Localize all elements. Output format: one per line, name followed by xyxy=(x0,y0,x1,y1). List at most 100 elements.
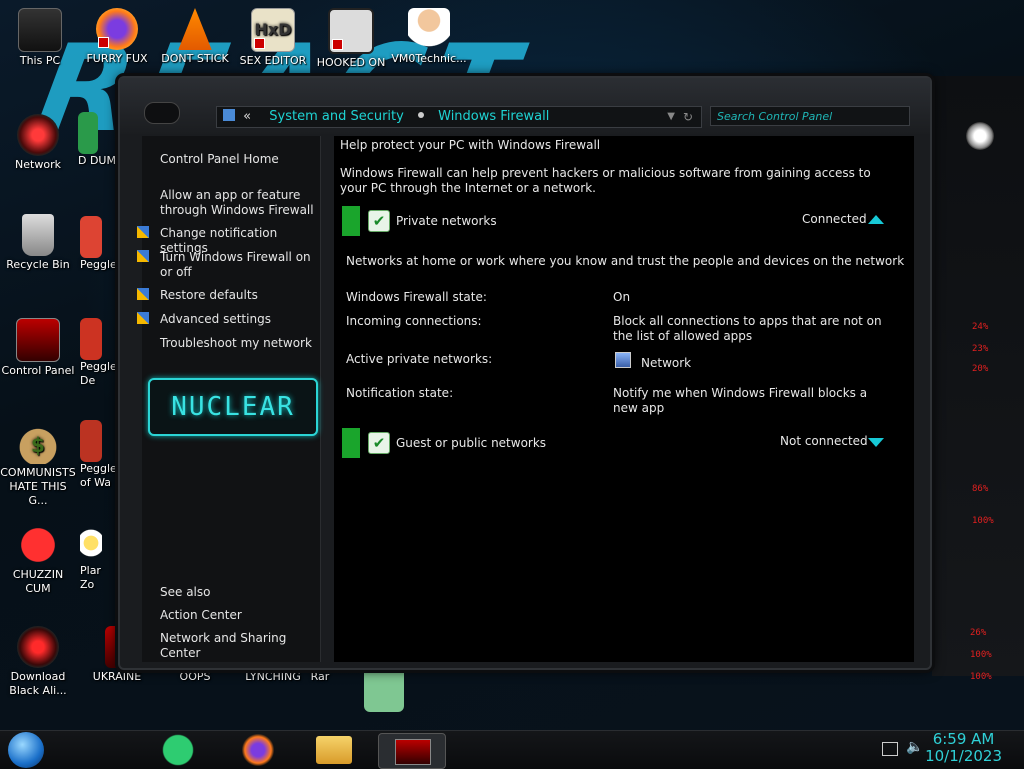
nuclear-logo: NUCLEAR xyxy=(148,378,318,436)
search-input[interactable]: Search Control Panel xyxy=(710,106,910,126)
network-tray-icon[interactable] xyxy=(882,742,898,756)
desktop-icon-hxd[interactable]: HxD SEX EDITOR xyxy=(235,8,311,68)
page-title: Help protect your PC with Windows Firewa… xyxy=(340,138,601,152)
status-bar-green xyxy=(342,428,360,458)
shield-icon xyxy=(137,250,149,262)
file-explorer-icon[interactable] xyxy=(316,736,352,764)
monitor-readout-2: 23% xyxy=(972,344,989,354)
monitor-readout-6: 26% xyxy=(970,628,987,638)
control-panel-icon xyxy=(395,739,431,765)
monitor-readout-3: 20% xyxy=(972,364,989,374)
firewall-state-value: On xyxy=(613,290,631,304)
see-also-heading: See also xyxy=(160,585,211,599)
doctor-icon xyxy=(408,8,450,50)
game-icon xyxy=(328,8,374,54)
app-icon xyxy=(78,112,98,154)
sidebar-item-action-center[interactable]: Action Center xyxy=(160,608,318,623)
volume-tray-icon[interactable]: 🔈 xyxy=(906,739,923,755)
active-networks-value: Network xyxy=(641,356,692,370)
shield-check-icon: ✔ xyxy=(368,210,390,232)
desktop-icon-this-pc[interactable]: This PC xyxy=(2,8,78,68)
desktop-icon-chuzzin[interactable]: CHUZZIN CUM xyxy=(0,524,76,596)
control-panel-taskbar-icon[interactable] xyxy=(378,733,446,769)
incoming-connections-label: Incoming connections: xyxy=(346,314,482,328)
sidebar-item-control-panel-home[interactable]: Control Panel Home xyxy=(160,152,318,167)
desktop-icon-communists[interactable]: $ COMMUNISTS HATE THIS G... xyxy=(0,422,76,508)
desktop-icon-peggle[interactable]: Peggle xyxy=(80,216,117,272)
breadcrumb-system-security[interactable]: System and Security xyxy=(269,109,404,124)
firefox-icon xyxy=(96,8,138,50)
expand-arrow-icon[interactable] xyxy=(868,438,884,447)
sidebar-item-network-sharing[interactable]: Network and Sharing Center xyxy=(160,631,318,661)
peggle-icon xyxy=(80,216,102,258)
alienware-logo-icon xyxy=(966,122,994,150)
chuzzle-icon xyxy=(17,524,59,566)
main-content: Help protect your PC with Windows Firewa… xyxy=(334,136,914,662)
control-panel-icon xyxy=(16,318,60,362)
private-networks-summary: Networks at home or work where you know … xyxy=(346,254,905,268)
vlc-cone-icon xyxy=(178,8,212,50)
desktop-icon-plants-zombies[interactable]: Plar Zo xyxy=(80,522,116,592)
sidebar-item-allow-app[interactable]: Allow an app or feature through Windows … xyxy=(160,188,318,218)
firefox-icon[interactable] xyxy=(238,733,278,767)
breadcrumb-separator-icon xyxy=(417,112,424,118)
address-bar[interactable]: « System and Security Windows Firewall ▼… xyxy=(216,106,702,128)
notification-state-label: Notification state: xyxy=(346,386,454,400)
firewall-state-label: Windows Firewall state: xyxy=(346,290,487,304)
public-networks-header[interactable]: ✔ Guest or public networks Not connected xyxy=(340,426,892,460)
private-networks-title: Private networks xyxy=(396,214,497,228)
windows-firewall-window[interactable]: « System and Security Windows Firewall ▼… xyxy=(118,76,932,670)
network-icon xyxy=(615,352,631,368)
chevron-down-icon[interactable]: ▼ xyxy=(667,107,675,127)
active-networks-label: Active private networks: xyxy=(346,352,493,366)
taskbar-clock[interactable]: 6:59 AM 10/1/2023 xyxy=(925,731,1002,765)
monitor-readout-7: 100% xyxy=(970,650,992,660)
desktop-icon-d-dum[interactable]: D DUM xyxy=(78,112,118,168)
shield-icon xyxy=(137,288,149,300)
desktop-icon-network[interactable]: Network xyxy=(0,114,76,172)
public-networks-status: Not connected xyxy=(780,434,868,448)
taskbar: 🔈 6:59 AM 10/1/2023 xyxy=(0,730,1024,769)
clock-date: 10/1/2023 xyxy=(925,747,1002,765)
peggle-icon xyxy=(80,318,102,360)
system-monitor-gadget: 24% 23% 20% 86% 100% 26% 100% 100% xyxy=(932,76,1024,682)
desktop-icon-vm0[interactable]: VM0Technic... xyxy=(391,8,467,66)
sidebar: Control Panel Home Allow an app or featu… xyxy=(137,136,321,662)
desktop-icon-peggle-de[interactable]: Peggle De xyxy=(80,318,117,388)
sidebar-item-troubleshoot[interactable]: Troubleshoot my network xyxy=(160,336,318,351)
notification-state-value: Notify me when Windows Firewall blocks a… xyxy=(613,386,868,415)
window-titlebar[interactable]: « System and Security Windows Firewall ▼… xyxy=(120,78,930,134)
public-networks-title: Guest or public networks xyxy=(396,436,547,450)
peggle-icon xyxy=(80,420,102,462)
desktop-icon-control-panel[interactable]: Control Panel xyxy=(0,318,76,378)
private-networks-status: Connected xyxy=(802,212,867,226)
back-chevron[interactable]: « xyxy=(243,109,251,124)
back-forward-button[interactable] xyxy=(144,102,180,124)
computer-icon xyxy=(18,8,62,52)
private-networks-header[interactable]: ✔ Private networks Connected xyxy=(340,204,892,238)
desktop-icon-hooked-on[interactable]: HOOKED ON xyxy=(313,8,389,70)
shield-icon xyxy=(137,226,149,238)
shield-icon xyxy=(137,312,149,324)
flower-icon xyxy=(80,522,102,564)
refresh-icon[interactable]: ↻ xyxy=(683,107,693,127)
desktop-icon-firefox[interactable]: FURRY FUX xyxy=(79,8,155,66)
page-description: Windows Firewall can help prevent hacker… xyxy=(340,166,871,195)
hex-editor-icon: HxD xyxy=(251,8,295,52)
sidebar-item-turn-on-off[interactable]: Turn Windows Firewall on or off xyxy=(137,250,318,280)
desktop-icon-recycle-bin[interactable]: Recycle Bin xyxy=(0,214,76,272)
money-bag-icon: $ xyxy=(17,422,59,464)
start-button[interactable] xyxy=(8,732,44,768)
desktop-icon-download-black[interactable]: Download Black Ali... xyxy=(0,626,76,698)
desktop-icon-peggle-wa[interactable]: Peggle of Wa xyxy=(80,420,117,490)
sticky-notes-icon[interactable] xyxy=(158,733,198,767)
sidebar-item-restore-defaults[interactable]: Restore defaults xyxy=(137,288,318,303)
network-globe-icon xyxy=(17,114,59,156)
monitor-readout-4: 86% xyxy=(972,484,989,494)
collapse-arrow-icon[interactable] xyxy=(868,215,884,224)
sidebar-item-advanced-settings[interactable]: Advanced settings xyxy=(137,312,318,327)
alienware-orb-icon xyxy=(17,626,59,668)
desktop-icon-vlc[interactable]: DONT STICK xyxy=(157,8,233,66)
breadcrumb-windows-firewall[interactable]: Windows Firewall xyxy=(438,109,549,124)
status-bar-green xyxy=(342,206,360,236)
